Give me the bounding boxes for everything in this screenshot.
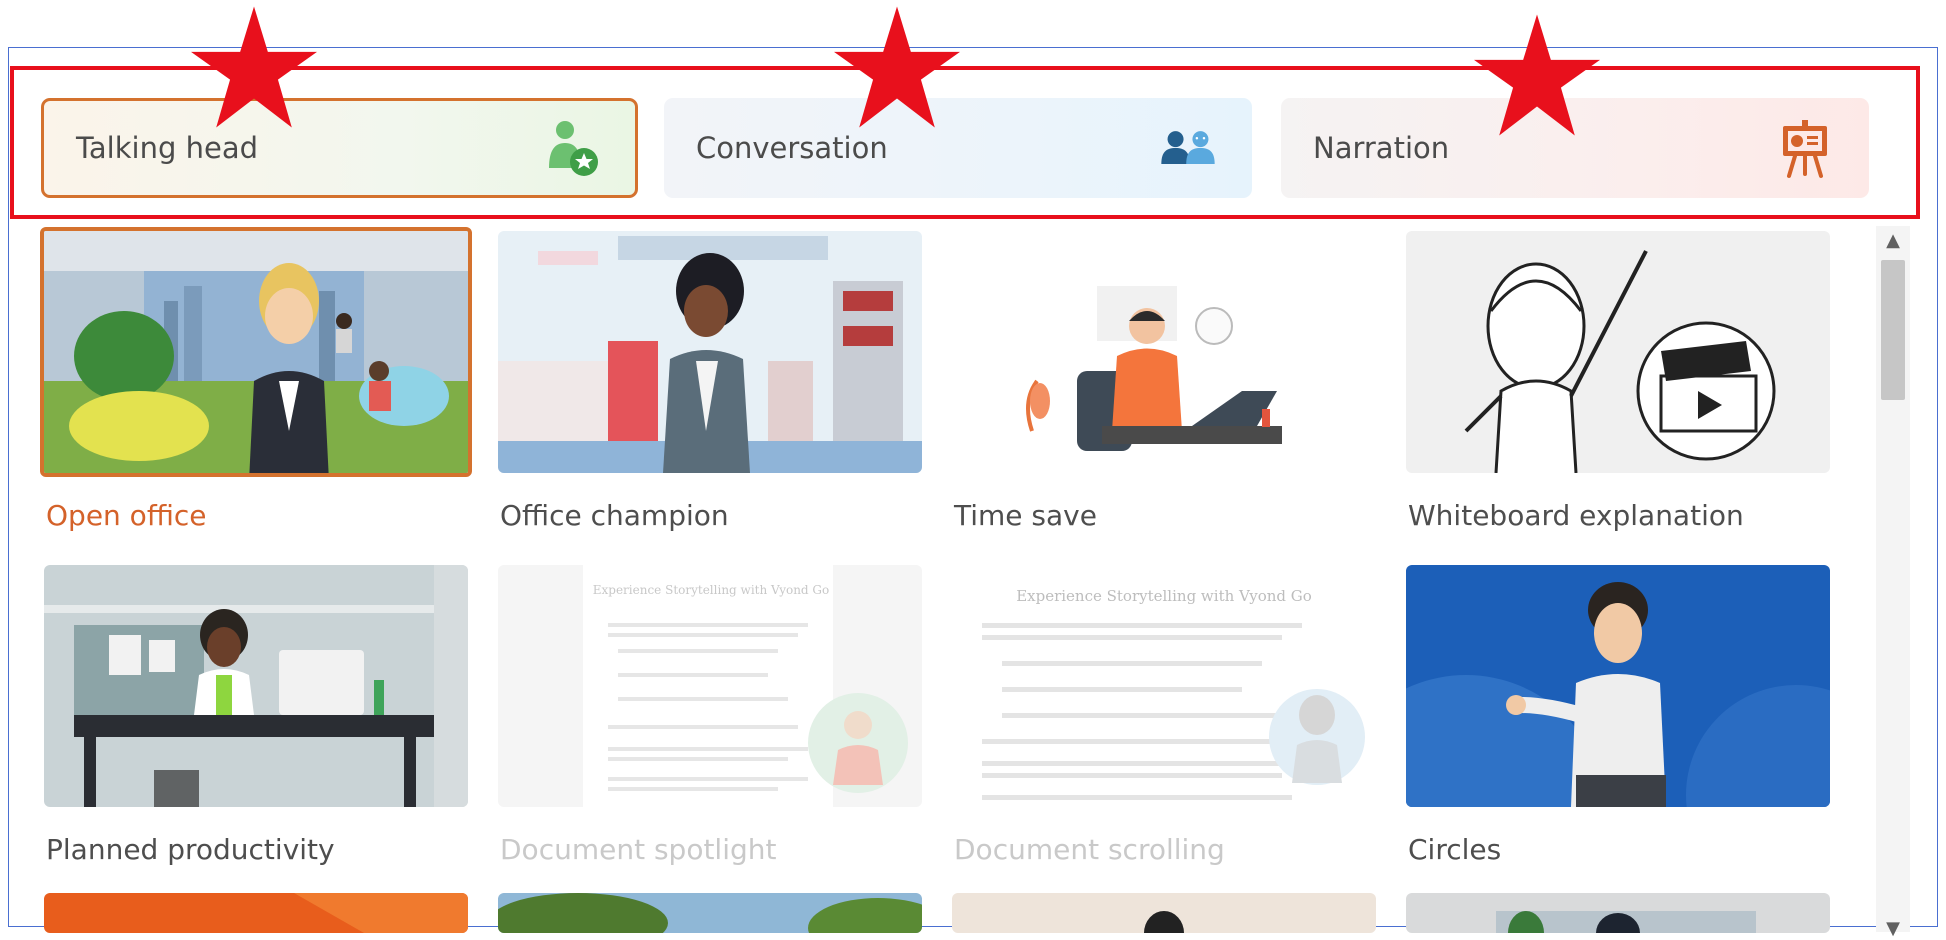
conversation-icon — [1156, 116, 1220, 180]
tab-narration-label: Narration — [1313, 131, 1450, 165]
doc-preview-heading: Experience Storytelling with Vyond Go — [592, 583, 830, 597]
template-card-office-champion[interactable]: Office champion — [498, 231, 924, 532]
template-thumbnail — [498, 231, 922, 473]
template-thumbnail — [952, 893, 1376, 933]
template-card-open-office[interactable]: Open office — [40, 227, 472, 532]
template-title: Whiteboard explanation — [1408, 499, 1744, 532]
template-title: Office champion — [500, 499, 729, 532]
template-thumbnail — [1406, 893, 1830, 933]
tab-conversation-label: Conversation — [696, 131, 888, 165]
template-thumbnail: Experience Storytelling with Vyond Go — [498, 565, 922, 807]
scroll-down-arrow-icon[interactable]: ▼ — [1876, 916, 1910, 940]
talking-head-icon — [539, 116, 603, 180]
template-thumbnail — [44, 893, 468, 933]
template-card-whiteboard-explanation[interactable]: Whiteboard explanation — [1406, 231, 1832, 532]
template-card-row3-2[interactable] — [498, 893, 924, 933]
template-title: Circles — [1408, 833, 1502, 866]
vertical-scrollbar[interactable]: ▲ ▼ — [1876, 226, 1910, 939]
template-thumbnail — [40, 227, 472, 477]
template-thumbnail — [952, 231, 1376, 473]
template-card-circles[interactable]: Circles — [1406, 565, 1832, 866]
annotation-star-1 — [191, 6, 317, 128]
presentation-easel-icon — [1773, 116, 1837, 180]
template-thumbnail — [44, 565, 468, 807]
annotation-star-2 — [834, 6, 960, 128]
scroll-up-arrow-icon[interactable]: ▲ — [1876, 228, 1910, 252]
template-thumbnail: Experience Storytelling with Vyond Go — [952, 565, 1376, 807]
template-card-time-save[interactable]: Time save — [952, 231, 1378, 532]
tab-talking-head-label: Talking head — [76, 131, 259, 165]
template-title: Planned productivity — [46, 833, 335, 866]
template-thumbnail — [498, 893, 922, 933]
annotation-star-3 — [1474, 14, 1600, 136]
template-title: Document scrolling — [954, 833, 1225, 866]
template-card-row3-3[interactable] — [952, 893, 1378, 933]
scroll-thumb[interactable] — [1881, 260, 1905, 400]
template-thumbnail — [1406, 565, 1830, 807]
template-card-planned-productivity[interactable]: Planned productivity — [44, 565, 470, 866]
template-title: Time save — [954, 499, 1097, 532]
template-title: Open office — [46, 499, 207, 532]
template-title: Document spotlight — [500, 833, 777, 866]
template-card-document-spotlight[interactable]: Experience Storytelling with Vyond Go Do… — [498, 565, 924, 866]
tab-talking-head[interactable]: Talking head — [41, 98, 638, 198]
template-card-row3-1[interactable] — [44, 893, 470, 933]
template-card-row3-4[interactable] — [1406, 893, 1832, 933]
template-card-document-scrolling[interactable]: Experience Storytelling with Vyond Go Do… — [952, 565, 1378, 866]
doc-preview-heading: Experience Storytelling with Vyond Go — [1016, 587, 1312, 605]
template-thumbnail — [1406, 231, 1830, 473]
